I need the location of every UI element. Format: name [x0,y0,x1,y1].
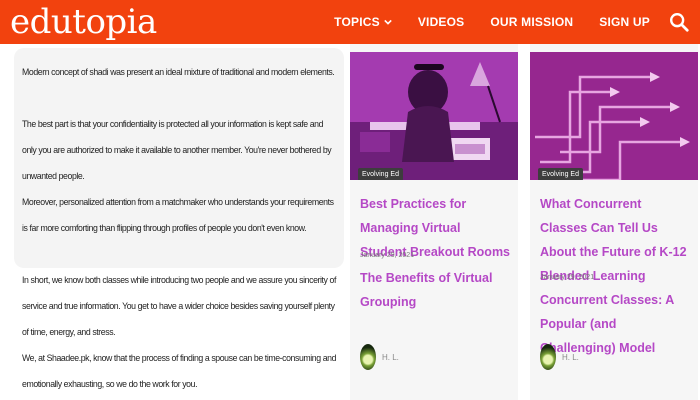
article-paragraph: Modern concept of shadi was present an i… [22,67,335,78]
nav-our-mission[interactable]: OUR MISSION [490,15,573,29]
card-date: January 29, 2021 [540,274,595,281]
card-subtitle[interactable]: The Benefits of Virtual Grouping [360,266,510,314]
card-image-arrows[interactable]: Evolving Ed [530,52,698,180]
student-computer-illustration [350,52,518,180]
card-author: H. L. [360,344,399,370]
site-logo[interactable]: edutopia [10,2,157,42]
card-badge: Evolving Ed [358,168,403,180]
article-paragraph: Moreover, personalized attention from a … [22,197,334,234]
card-author: H. L. [540,344,579,370]
article-paragraph: In short, we know both classes while int… [22,275,336,338]
article-card[interactable]: Evolving Ed Best Practices for Managing … [350,44,518,400]
card-badge: Evolving Ed [538,168,583,180]
avatar [360,344,376,370]
author-name: H. L. [562,352,579,362]
nav-sign-up[interactable]: SIGN UP [599,15,650,29]
nav-videos[interactable]: VIDEOS [418,15,465,29]
chevron-down-icon [384,19,392,25]
nav-topics-label: TOPICS [334,15,380,29]
author-name: H. L. [382,352,399,362]
avatar [540,344,556,370]
article-paragraph: We, at Shaadee.pk, know that the process… [22,353,337,390]
article-body: Modern concept of shadi was present an i… [0,44,348,400]
site-header: edutopia TOPICS VIDEOS OUR MISSION SIGN … [0,0,700,44]
card-date: January 29, 2021 [360,252,415,259]
article-card[interactable]: Evolving Ed What Concurrent Classes Can … [530,44,698,400]
card-image-student-computer[interactable]: Evolving Ed [350,52,518,180]
nav-topics[interactable]: TOPICS [334,15,392,29]
article-paragraph: The best part is that your confidentiali… [22,119,332,182]
main-nav: TOPICS VIDEOS OUR MISSION SIGN UP [334,0,650,44]
arrows-illustration [530,52,698,180]
search-icon[interactable] [668,11,690,33]
